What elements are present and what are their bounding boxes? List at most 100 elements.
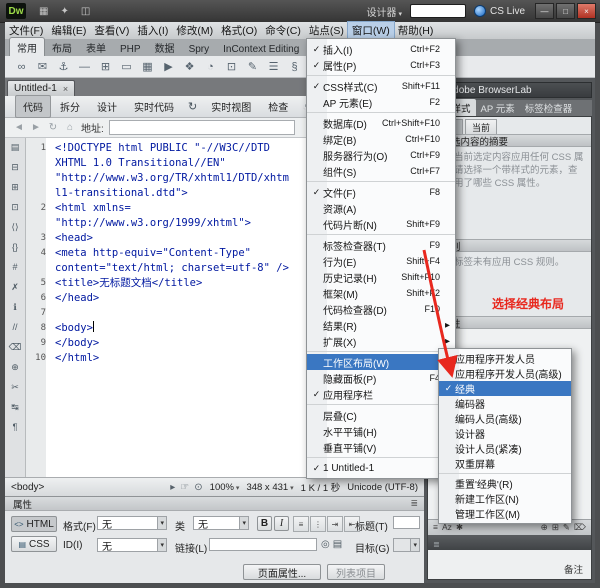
email-link-icon[interactable]: ✉: [34, 58, 51, 75]
menu-item[interactable]: 历史记录(H) Shift+F10: [307, 269, 455, 285]
menubar-item[interactable]: 插入(I): [133, 22, 172, 39]
browse-folder-icon[interactable]: ▤: [333, 539, 342, 550]
html-mode-button[interactable]: HTML: [11, 516, 57, 532]
insert-category-tab[interactable]: 常用: [9, 37, 45, 56]
menu-item[interactable]: 代码检查器(D) F10: [307, 301, 455, 317]
move-css-icon[interactable]: ↹: [11, 402, 19, 413]
insert-div-icon[interactable]: ▭: [118, 58, 135, 75]
list-item-button[interactable]: 列表项目: [327, 564, 385, 580]
css-mode-button[interactable]: CSS: [11, 536, 57, 552]
properties-panel-header[interactable]: 属性: [5, 497, 424, 511]
view-mode-button[interactable]: 代码: [15, 95, 51, 118]
collapsed-panel-header[interactable]: [428, 535, 591, 550]
insert-category-tab[interactable]: 表单: [79, 38, 113, 56]
menu-item[interactable]: 隐藏面板(P) F4: [307, 370, 455, 386]
menu-item[interactable]: 编码器: [439, 396, 571, 411]
menu-item[interactable]: 新建工作区(N): [439, 491, 571, 506]
menu-item[interactable]: 组件(S) Ctrl+F7: [307, 163, 455, 179]
insert-category-tab[interactable]: Spry: [182, 42, 217, 56]
balance-braces-icon[interactable]: {}: [12, 242, 18, 253]
zoom-level-select[interactable]: 100%: [210, 482, 240, 493]
open-documents-icon[interactable]: ▤: [11, 142, 20, 153]
view-mode-button[interactable]: 实时代码: [126, 95, 182, 118]
expand-all-icon[interactable]: ⊡: [11, 202, 19, 213]
wrap-tag-icon[interactable]: ⊕: [11, 362, 19, 373]
menu-item[interactable]: ✓ 1 Untitled-1: [307, 460, 455, 476]
menubar-item[interactable]: 编辑(E): [47, 22, 90, 39]
named-anchor-icon[interactable]: ⚓: [55, 58, 72, 75]
media-icon[interactable]: ▶: [160, 58, 177, 75]
insert-category-tab[interactable]: 数据: [148, 38, 182, 56]
collapse-full-tag-icon[interactable]: ⊟: [11, 162, 19, 173]
unordered-list-icon[interactable]: ≡: [293, 516, 309, 532]
title-input[interactable]: [393, 516, 420, 529]
menu-item[interactable]: AP 元素(E) F2: [307, 94, 455, 110]
table-icon[interactable]: ⊞: [97, 58, 114, 75]
head-icon[interactable]: ☰: [265, 58, 282, 75]
target-select[interactable]: [393, 538, 420, 552]
date-icon[interactable]: ◔: [202, 58, 219, 75]
tag-selector[interactable]: <body>: [11, 482, 44, 493]
menu-item[interactable]: 重置'经典'(R): [439, 476, 571, 491]
site-icon[interactable]: ◫: [75, 6, 96, 17]
format-source-code-icon[interactable]: ¶: [13, 422, 18, 433]
highlight-invalid-code-icon[interactable]: ✗: [11, 282, 19, 293]
menu-item[interactable]: ✓ 应用程序栏: [307, 386, 455, 402]
view-mode-button[interactable]: 实时视图: [203, 95, 259, 118]
indent-icon[interactable]: ⇥: [327, 516, 343, 532]
menu-item[interactable]: 扩展(X) ▶: [307, 333, 455, 349]
menu-item[interactable]: ✓ 文件(F) F8: [307, 184, 455, 200]
view-mode-button[interactable]: 拆分: [52, 95, 88, 118]
hand-tool-icon[interactable]: ☞: [180, 482, 189, 493]
extend-dreamweaver-icon[interactable]: ✦: [54, 6, 74, 17]
menu-item[interactable]: 结果(R) ▶: [307, 317, 455, 333]
menu-item[interactable]: ✓ CSS样式(C) Shift+F11: [307, 78, 455, 94]
format-select[interactable]: 无: [97, 516, 167, 530]
page-properties-button[interactable]: 页面属性...: [243, 564, 321, 580]
delete-rule-icon[interactable]: ⌦: [574, 522, 586, 533]
menu-item[interactable]: 层叠(C): [307, 407, 455, 423]
refresh-icon[interactable]: ↻: [47, 122, 59, 133]
widget-icon[interactable]: ❖: [181, 58, 198, 75]
select-parent-tag-icon[interactable]: ⟨⟩: [11, 222, 18, 233]
view-mode-button[interactable]: 设计: [89, 95, 125, 118]
close-tab-icon[interactable]: ×: [63, 84, 68, 94]
remove-comment-icon[interactable]: ⌫: [9, 342, 22, 353]
menu-item[interactable]: ✓ 属性(P) Ctrl+F3: [307, 57, 455, 73]
apply-comment-icon[interactable]: //: [12, 322, 17, 333]
menu-item[interactable]: 水平平铺(H): [307, 423, 455, 439]
class-select[interactable]: 无: [193, 516, 249, 530]
menubar-item[interactable]: 帮助(H): [394, 22, 438, 39]
zoom-tool-icon[interactable]: ⊙: [194, 482, 202, 493]
insert-category-tab[interactable]: 布局: [45, 38, 79, 56]
view-mode-button[interactable]: 检查: [260, 95, 296, 118]
menu-item[interactable]: 代码片断(N) Shift+F9: [307, 216, 455, 232]
menu-item[interactable]: 数据库(D) Ctrl+Shift+F10: [307, 115, 455, 131]
window-size-select[interactable]: 348 x 431: [246, 482, 293, 493]
menu-item[interactable]: 服务器行为(O) Ctrl+F9: [307, 147, 455, 163]
back-icon[interactable]: ◄: [13, 122, 25, 133]
menu-item[interactable]: 绑定(B) Ctrl+F10: [307, 131, 455, 147]
menu-item[interactable]: 框架(M) Shift+F2: [307, 285, 455, 301]
menu-item[interactable]: 标签检查器(T) F9: [307, 237, 455, 253]
panel-tab[interactable]: AP 元素: [476, 99, 520, 116]
italic-button[interactable]: I: [274, 516, 289, 531]
menubar-item[interactable]: 站点(S): [305, 22, 348, 39]
id-select[interactable]: 无: [97, 538, 167, 552]
refresh-icon[interactable]: ↻: [183, 97, 202, 116]
collapse-selection-icon[interactable]: ⊞: [11, 182, 19, 193]
menubar-item[interactable]: 窗口(W): [348, 22, 394, 39]
line-numbers-icon[interactable]: #: [12, 262, 17, 273]
menu-item[interactable]: 设计人员(紧凑): [439, 441, 571, 456]
home-icon[interactable]: ⌂: [64, 122, 76, 133]
panel-tab[interactable]: 标签检查器: [520, 99, 578, 116]
menubar-item[interactable]: 查看(V): [90, 22, 133, 39]
select-tool-icon[interactable]: ▸: [170, 482, 175, 493]
menu-item[interactable]: 管理工作区(M): [439, 506, 571, 521]
menubar-item[interactable]: 命令(C): [261, 22, 305, 39]
info-bar-icon[interactable]: ℹ: [13, 302, 16, 313]
close-button[interactable]: ×: [577, 3, 596, 19]
script-icon[interactable]: §: [286, 58, 303, 75]
point-to-file-icon[interactable]: ◎: [321, 539, 330, 550]
cs-live-button[interactable]: CS Live: [474, 5, 525, 17]
